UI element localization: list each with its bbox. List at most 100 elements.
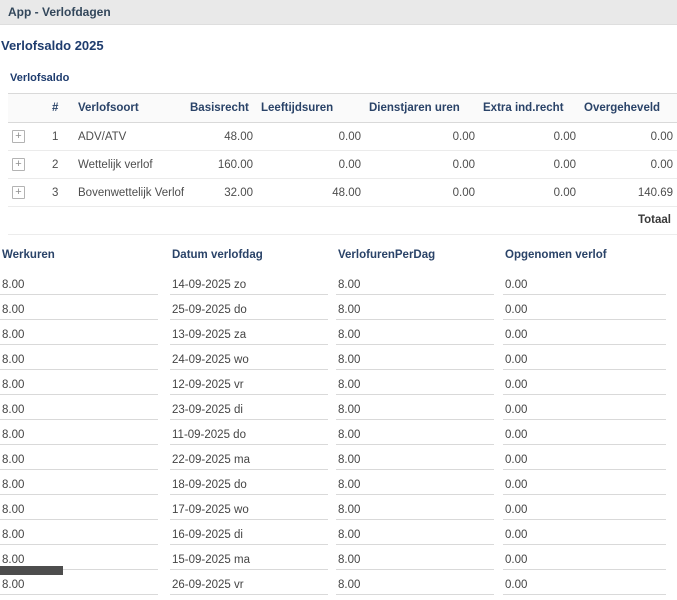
overgeheveld-cell: 140.69 <box>580 179 677 207</box>
datum-verlofdag-input[interactable] <box>170 550 328 570</box>
row-number: 1 <box>48 123 74 151</box>
basisrecht-cell: 32.00 <box>186 179 257 207</box>
horizontal-scrollbar-thumb[interactable] <box>0 566 63 575</box>
opgenomen-verlof-input[interactable] <box>503 475 666 495</box>
opgenomen-verlof-input[interactable] <box>503 450 666 470</box>
basisrecht-cell: 48.00 <box>186 123 257 151</box>
col-header-overgeheveld: Overgeheveld <box>580 94 677 123</box>
datum-verlofdag-input[interactable] <box>170 525 328 545</box>
opgenomen-verlof-input[interactable] <box>503 400 666 420</box>
expand-row-icon[interactable]: + <box>12 158 25 171</box>
expand-column-header <box>8 94 48 123</box>
verlofsoort-cell: ADV/ATV <box>74 123 186 151</box>
verlofdag-row <box>0 575 677 600</box>
opgenomen-verlof-input[interactable] <box>503 375 666 395</box>
datum-verlofdag-input[interactable] <box>170 400 328 420</box>
totaal-row: Totaal <box>8 207 677 235</box>
expand-row-icon[interactable]: + <box>12 186 25 199</box>
basisrecht-cell: 160.00 <box>186 151 257 179</box>
extra-ind-recht-cell: 0.00 <box>479 179 580 207</box>
verlofdagen-grid: Werkuren Datum verlofdag VerlofurenPerDa… <box>0 249 677 600</box>
col-header-num: # <box>48 94 74 123</box>
verlofuren-per-dag-input[interactable] <box>336 500 494 520</box>
opgenomen-verlof-input[interactable] <box>503 325 666 345</box>
dienstjaren-uren-cell: 0.00 <box>365 151 479 179</box>
extra-ind-recht-cell: 0.00 <box>479 151 580 179</box>
table-row: + 2 Wettelijk verlof 160.00 0.00 0.00 0.… <box>8 151 677 179</box>
verlofuren-per-dag-input[interactable] <box>336 275 494 295</box>
verlofsoort-cell: Bovenwettelijk Verlof <box>74 179 186 207</box>
datum-verlofdag-input[interactable] <box>170 350 328 370</box>
verlofdag-row <box>0 325 677 350</box>
section-label-verlofsaldo: Verlofsaldo <box>10 72 677 84</box>
leeftijdsuren-cell: 0.00 <box>257 151 365 179</box>
opgenomen-verlof-input[interactable] <box>503 550 666 570</box>
datum-verlofdag-input[interactable] <box>170 475 328 495</box>
verlofdag-row <box>0 375 677 400</box>
datum-verlofdag-input[interactable] <box>170 575 328 595</box>
verlofuren-per-dag-input[interactable] <box>336 425 494 445</box>
row-number: 2 <box>48 151 74 179</box>
verlofdag-row <box>0 500 677 525</box>
opgenomen-verlof-input[interactable] <box>503 575 666 595</box>
expand-row-icon[interactable]: + <box>12 130 25 143</box>
datum-verlofdag-input[interactable] <box>170 450 328 470</box>
datum-verlofdag-input[interactable] <box>170 325 328 345</box>
verlofuren-per-dag-input[interactable] <box>336 325 494 345</box>
verlofdag-row <box>0 275 677 300</box>
opgenomen-verlof-input[interactable] <box>503 275 666 295</box>
verlofdag-row <box>0 550 677 575</box>
row-number: 3 <box>48 179 74 207</box>
totaal-label: Totaal <box>8 207 677 235</box>
verlofdag-row <box>0 475 677 500</box>
leeftijdsuren-cell: 0.00 <box>257 123 365 151</box>
werkuren-input[interactable] <box>0 400 158 420</box>
datum-verlofdag-input[interactable] <box>170 275 328 295</box>
verlofuren-per-dag-input[interactable] <box>336 300 494 320</box>
verlofuren-per-dag-input[interactable] <box>336 350 494 370</box>
werkuren-input[interactable] <box>0 425 158 445</box>
verlofsoort-cell: Wettelijk verlof <box>74 151 186 179</box>
werkuren-input[interactable] <box>0 275 158 295</box>
verlofuren-per-dag-input[interactable] <box>336 575 494 595</box>
werkuren-input[interactable] <box>0 450 158 470</box>
col-header-opgenomen-verlof: Opgenomen verlof <box>503 249 677 275</box>
opgenomen-verlof-input[interactable] <box>503 425 666 445</box>
opgenomen-verlof-input[interactable] <box>503 500 666 520</box>
datum-verlofdag-input[interactable] <box>170 300 328 320</box>
datum-verlofdag-input[interactable] <box>170 375 328 395</box>
werkuren-input[interactable] <box>0 475 158 495</box>
verlofuren-per-dag-input[interactable] <box>336 375 494 395</box>
werkuren-input[interactable] <box>0 325 158 345</box>
verlofdag-row <box>0 300 677 325</box>
col-header-leeftijdsuren: Leeftijdsuren <box>257 94 365 123</box>
verlofuren-per-dag-input[interactable] <box>336 450 494 470</box>
table-row: + 1 ADV/ATV 48.00 0.00 0.00 0.00 0.00 <box>8 123 677 151</box>
datum-verlofdag-input[interactable] <box>170 425 328 445</box>
verlofdag-row <box>0 400 677 425</box>
verlofuren-per-dag-input[interactable] <box>336 475 494 495</box>
verlofdag-row <box>0 450 677 475</box>
werkuren-input[interactable] <box>0 350 158 370</box>
verlofsaldo-table: # Verlofsoort Basisrecht Leeftijdsuren D… <box>8 93 677 235</box>
datum-verlofdag-input[interactable] <box>170 500 328 520</box>
werkuren-input[interactable] <box>0 300 158 320</box>
werkuren-input[interactable] <box>0 500 158 520</box>
verlofuren-per-dag-input[interactable] <box>336 550 494 570</box>
werkuren-input[interactable] <box>0 525 158 545</box>
werkuren-input[interactable] <box>0 575 158 595</box>
opgenomen-verlof-input[interactable] <box>503 300 666 320</box>
extra-ind-recht-cell: 0.00 <box>479 123 580 151</box>
col-header-basisrecht: Basisrecht <box>186 94 257 123</box>
opgenomen-verlof-input[interactable] <box>503 525 666 545</box>
werkuren-input[interactable] <box>0 375 158 395</box>
leeftijdsuren-cell: 48.00 <box>257 179 365 207</box>
verlofdagen-header-row: Werkuren Datum verlofdag VerlofurenPerDa… <box>0 249 677 275</box>
col-header-extra-ind-recht: Extra ind.recht <box>479 94 580 123</box>
opgenomen-verlof-input[interactable] <box>503 350 666 370</box>
overgeheveld-cell: 0.00 <box>580 151 677 179</box>
page-title: Verlofsaldo 2025 <box>1 38 677 53</box>
verlofuren-per-dag-input[interactable] <box>336 525 494 545</box>
verlofdag-row <box>0 425 677 450</box>
verlofuren-per-dag-input[interactable] <box>336 400 494 420</box>
